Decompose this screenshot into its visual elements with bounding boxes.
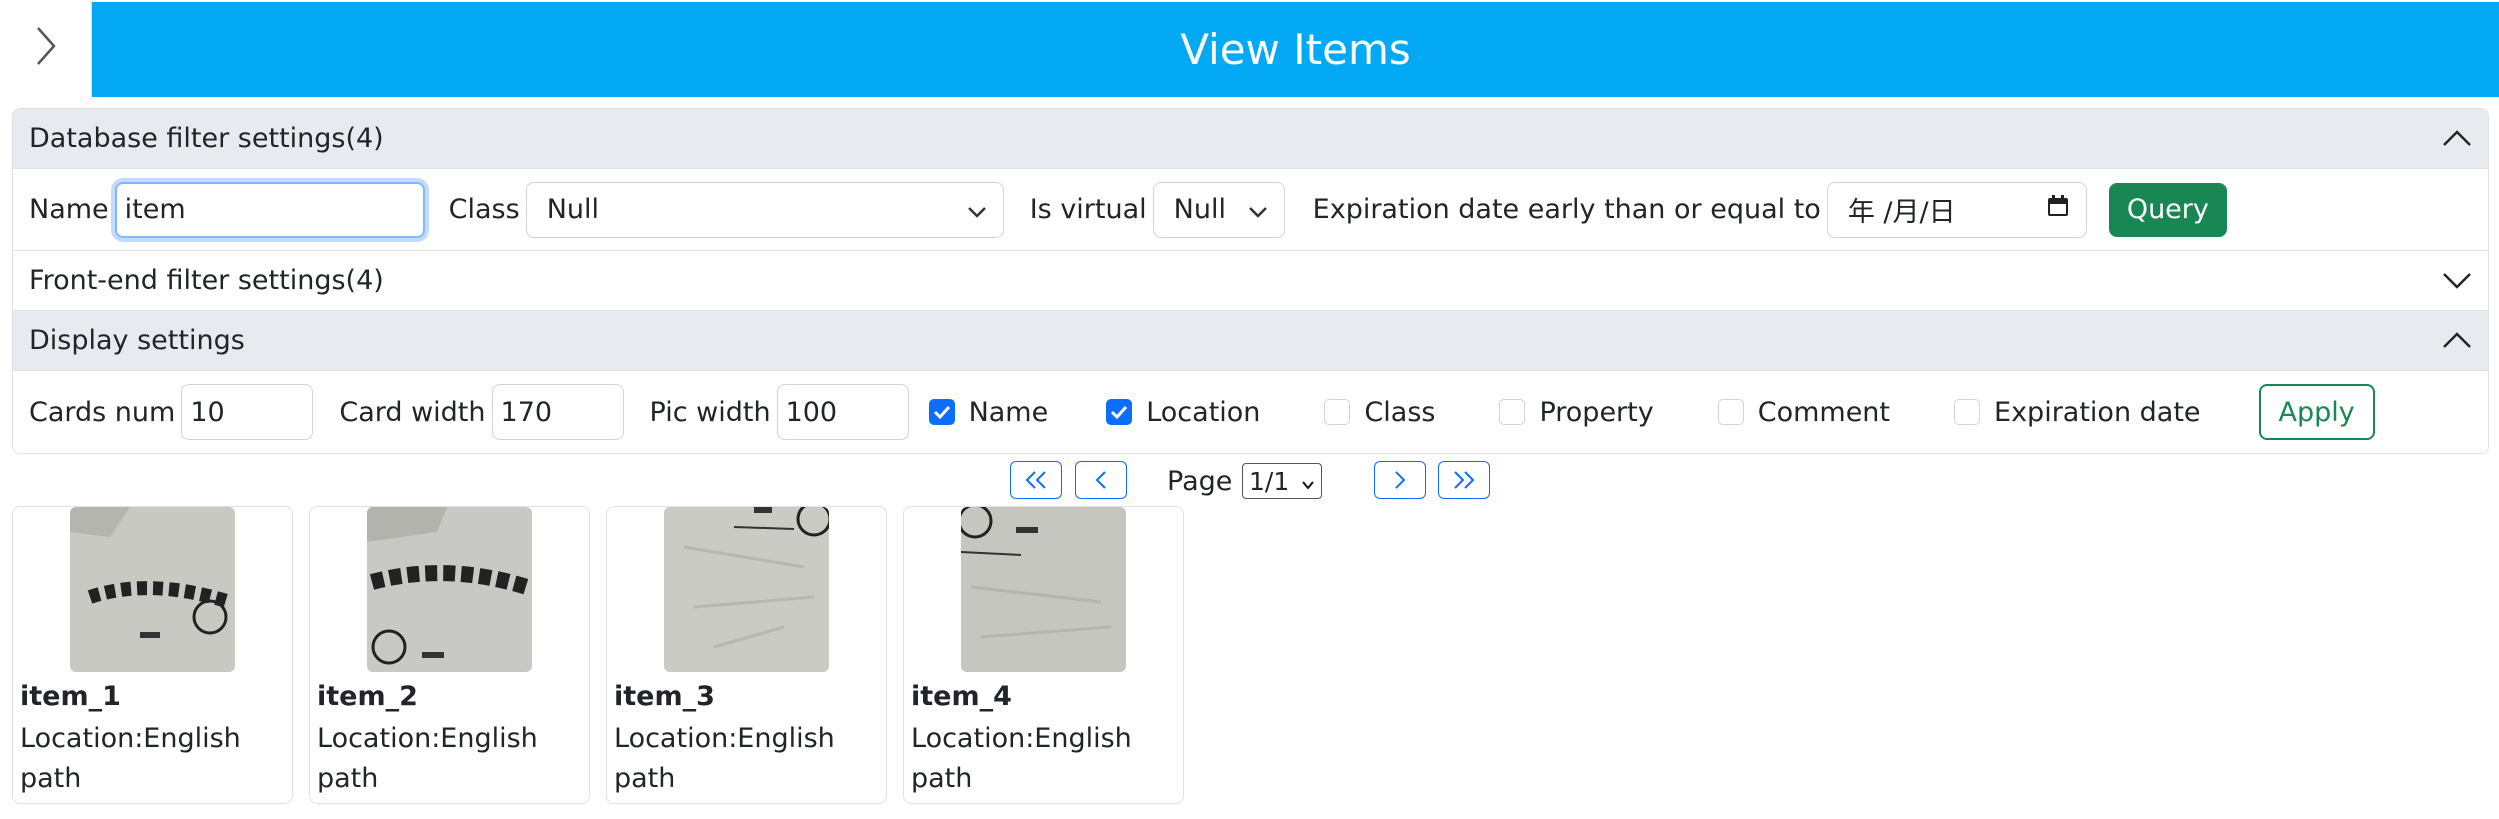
- last-page-button[interactable]: [1438, 461, 1490, 499]
- checkbox-box[interactable]: [1499, 399, 1526, 425]
- show-property-checkbox[interactable]: Property: [1499, 397, 1659, 428]
- item-card[interactable]: item_2 Location:English path: [309, 506, 590, 804]
- class-select[interactable]: Null: [525, 181, 1004, 238]
- calendar-icon[interactable]: [2046, 194, 2070, 225]
- checkmark-icon[interactable]: [1106, 399, 1133, 425]
- item-card[interactable]: item_3 Location:English path: [606, 506, 887, 804]
- item-location: Location:English path: [20, 723, 241, 794]
- name-input-value: item: [124, 194, 186, 225]
- item-name: item_3: [614, 681, 715, 712]
- sidebar-toggle-button[interactable]: [0, 0, 92, 99]
- item-photo: [961, 507, 1126, 672]
- expiration-date-value: 年 /月/日: [1847, 197, 1956, 228]
- name-label: Name: [29, 194, 109, 225]
- item-photo: [664, 507, 829, 672]
- chevron-up-icon: [2442, 325, 2472, 356]
- item-location: Location:English path: [614, 723, 835, 794]
- double-chevron-right-icon: [1451, 464, 1477, 497]
- item-photo: [70, 507, 235, 672]
- item-name: item_1: [20, 681, 121, 712]
- show-class-label: Class: [1364, 396, 1436, 428]
- db-filter-title: Database filter settings(4): [29, 123, 384, 154]
- show-expiration-checkbox[interactable]: Expiration date: [1954, 397, 2207, 428]
- frontend-filter-header[interactable]: Front-end filter settings(4): [13, 251, 2488, 311]
- page-label: Page: [1167, 465, 1233, 497]
- item-location: Location:English path: [911, 723, 1132, 794]
- item-location: Location:English path: [317, 723, 538, 794]
- chevron-down-icon: [1301, 467, 1315, 496]
- chevron-left-icon: [1093, 464, 1109, 497]
- pagination: Page 1/1: [0, 461, 2499, 501]
- show-location-checkbox[interactable]: Location: [1106, 397, 1266, 428]
- expiration-date-input[interactable]: 年 /月/日: [1826, 181, 2087, 238]
- item-card[interactable]: item_4 Location:English path: [903, 506, 1184, 804]
- page-select-value: 1/1: [1249, 466, 1290, 496]
- item-name: item_2: [317, 681, 418, 712]
- display-settings-title: Display settings: [29, 325, 245, 356]
- double-chevron-left-icon: [1023, 464, 1049, 497]
- show-expiration-label: Expiration date: [1994, 396, 2201, 428]
- cards-num-value: 10: [190, 396, 225, 428]
- pic-width-label: Pic width: [649, 396, 771, 428]
- settings-accordion: Database filter settings(4) Name item Cl…: [12, 108, 2489, 454]
- query-button[interactable]: Query: [2108, 182, 2227, 237]
- db-filter-body: Name item Class Null Is virtual Null Exp…: [13, 169, 2488, 251]
- name-input[interactable]: item: [114, 181, 425, 238]
- chevron-down-icon: [967, 194, 987, 225]
- chevron-right-icon: [34, 24, 58, 75]
- card-width-input[interactable]: 170: [491, 384, 624, 440]
- expiration-label: Expiration date early than or equal to: [1312, 194, 1821, 225]
- show-property-label: Property: [1539, 396, 1654, 428]
- page-select[interactable]: 1/1: [1242, 463, 1322, 499]
- chevron-down-icon: [1248, 194, 1268, 225]
- apply-button[interactable]: Apply: [2258, 384, 2375, 440]
- show-name-label: Name: [968, 396, 1049, 428]
- first-page-button[interactable]: [1010, 461, 1062, 499]
- display-settings-body: Cards num 10 Card width 170 Pic width 10…: [13, 371, 2488, 453]
- next-page-button[interactable]: [1374, 461, 1426, 499]
- show-comment-label: Comment: [1757, 396, 1891, 428]
- prev-page-button[interactable]: [1075, 461, 1127, 499]
- show-location-label: Location: [1146, 396, 1261, 428]
- chevron-right-icon: [1392, 464, 1408, 497]
- page-title: View Items: [92, 2, 2499, 97]
- class-label: Class: [448, 194, 520, 225]
- checkbox-box[interactable]: [1717, 399, 1744, 425]
- pic-width-input[interactable]: 100: [776, 384, 909, 440]
- is-virtual-value: Null: [1173, 194, 1226, 225]
- checkbox-box[interactable]: [1954, 399, 1981, 425]
- cards-num-input[interactable]: 10: [181, 384, 314, 440]
- checkmark-icon[interactable]: [928, 399, 955, 425]
- pic-width-value: 100: [785, 396, 838, 428]
- item-name: item_4: [911, 681, 1012, 712]
- show-class-checkbox[interactable]: Class: [1324, 397, 1441, 428]
- chevron-down-icon: [2442, 265, 2472, 296]
- display-settings-header[interactable]: Display settings: [13, 311, 2488, 371]
- item-card[interactable]: item_1 Location:English path: [12, 506, 293, 804]
- is-virtual-select[interactable]: Null: [1152, 181, 1285, 238]
- checkbox-box[interactable]: [1324, 399, 1351, 425]
- item-photo: [367, 507, 532, 672]
- show-name-checkbox[interactable]: Name: [928, 396, 1055, 428]
- db-filter-header[interactable]: Database filter settings(4): [13, 109, 2488, 169]
- chevron-up-icon: [2442, 123, 2472, 154]
- is-virtual-label: Is virtual: [1029, 194, 1147, 225]
- class-select-value: Null: [546, 194, 600, 225]
- show-comment-checkbox[interactable]: Comment: [1717, 396, 1896, 428]
- frontend-filter-title: Front-end filter settings(4): [29, 265, 384, 296]
- cards-num-label: Cards num: [29, 396, 176, 428]
- card-width-value: 170: [500, 396, 553, 428]
- header: View Items: [0, 0, 2499, 99]
- card-width-label: Card width: [339, 396, 486, 428]
